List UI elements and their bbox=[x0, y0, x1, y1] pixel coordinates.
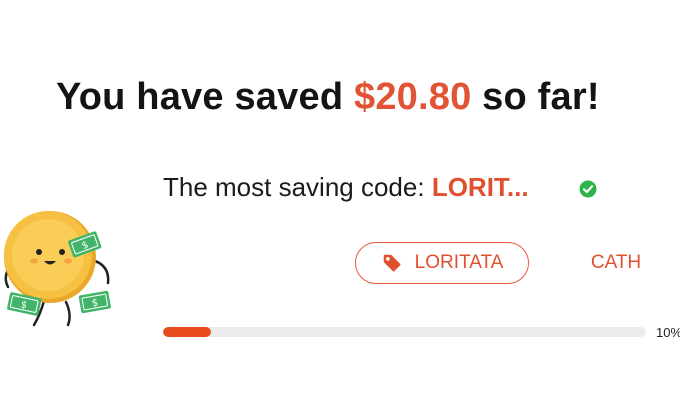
code-chip-label: CATH bbox=[590, 252, 642, 273]
progress-percent: 10% bbox=[656, 325, 680, 340]
best-code-value: LORIT... bbox=[431, 172, 529, 202]
best-code-label: The most saving code: bbox=[163, 172, 432, 202]
code-chip-cath[interactable]: CATH bbox=[574, 242, 658, 284]
headline-suffix: so far! bbox=[471, 76, 600, 118]
headline-prefix: You have saved bbox=[56, 76, 354, 118]
tag-icon bbox=[383, 254, 401, 272]
check-circle-icon bbox=[579, 180, 597, 198]
progress-bar-fill bbox=[163, 327, 212, 337]
savings-headline: You have saved $20.80 so far! bbox=[56, 76, 600, 119]
best-code-line: The most saving code: LORIT... bbox=[163, 172, 529, 203]
coin-mascot-illustration: $ $ $ bbox=[4, 211, 111, 327]
saved-amount: $20.80 bbox=[353, 76, 472, 118]
progress-bar bbox=[163, 327, 646, 337]
code-chip-loritata[interactable]: LORITATA bbox=[355, 242, 529, 284]
code-chip-label: LORITATA bbox=[414, 252, 504, 273]
